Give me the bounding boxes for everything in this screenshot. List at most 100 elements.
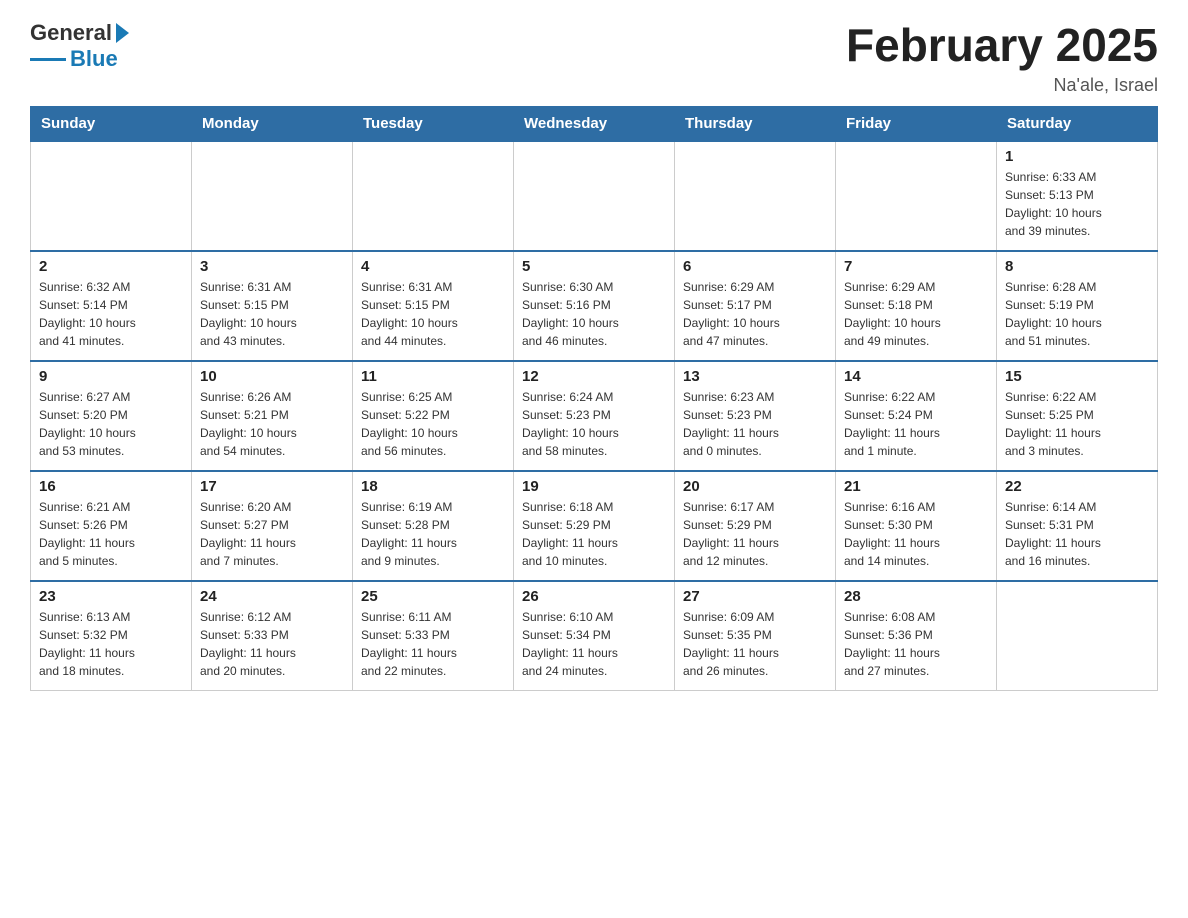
day-info: Sunrise: 6:33 AMSunset: 5:13 PMDaylight:…: [1005, 168, 1149, 240]
day-number: 9: [39, 368, 183, 385]
day-number: 8: [1005, 258, 1149, 275]
day-info: Sunrise: 6:22 AMSunset: 5:24 PMDaylight:…: [844, 388, 988, 460]
day-number: 25: [361, 588, 505, 605]
calendar-cell: 10Sunrise: 6:26 AMSunset: 5:21 PMDayligh…: [192, 361, 353, 471]
calendar-week-5: 23 Sunrise: 6:13 AMSunset: 5:32 PMDayligh…: [31, 581, 1158, 691]
col-thursday: Thursday: [675, 106, 836, 141]
calendar-subtitle: Na'ale, Israel: [846, 75, 1158, 96]
title-area: February 2025 Na'ale, Israel: [846, 20, 1158, 96]
day-number: 10: [200, 368, 344, 385]
day-number: 27: [683, 588, 827, 605]
day-number: 15: [1005, 368, 1149, 385]
day-info: Sunrise: 6:19 AMSunset: 5:28 PMDaylight:…: [361, 498, 505, 570]
calendar-cell: [514, 141, 675, 251]
day-info: Sunrise: 6:21 AMSunset: 5:26 PMDaylight:…: [39, 498, 183, 570]
calendar-cell: 19 Sunrise: 6:18 AMSunset: 5:29 PMDayligh…: [514, 471, 675, 581]
col-tuesday: Tuesday: [353, 106, 514, 141]
day-info: Sunrise: 6:10 AMSunset: 5:34 PMDaylight:…: [522, 608, 666, 680]
day-info: Sunrise: 6:29 AMSunset: 5:17 PMDaylight:…: [683, 278, 827, 350]
logo-underline: [30, 58, 66, 61]
day-info: Sunrise: 6:31 AMSunset: 5:15 PMDaylight:…: [361, 278, 505, 350]
day-info: Sunrise: 6:23 AMSunset: 5:23 PMDaylight:…: [683, 388, 827, 460]
calendar-cell: 26 Sunrise: 6:10 AMSunset: 5:34 PMDayligh…: [514, 581, 675, 691]
day-info: Sunrise: 6:14 AMSunset: 5:31 PMDaylight:…: [1005, 498, 1149, 570]
calendar-cell: [675, 141, 836, 251]
calendar-week-1: 1 Sunrise: 6:33 AMSunset: 5:13 PMDaylight…: [31, 141, 1158, 251]
calendar-cell: 25 Sunrise: 6:11 AMSunset: 5:33 PMDayligh…: [353, 581, 514, 691]
calendar-cell: 20 Sunrise: 6:17 AMSunset: 5:29 PMDayligh…: [675, 471, 836, 581]
day-info: Sunrise: 6:25 AMSunset: 5:22 PMDaylight:…: [361, 388, 505, 460]
calendar-cell: [836, 141, 997, 251]
calendar-cell: 27 Sunrise: 6:09 AMSunset: 5:35 PMDayligh…: [675, 581, 836, 691]
calendar-header-row: Sunday Monday Tuesday Wednesday Thursday…: [31, 106, 1158, 141]
day-info: Sunrise: 6:27 AMSunset: 5:20 PMDaylight:…: [39, 388, 183, 460]
calendar-cell: [353, 141, 514, 251]
calendar-cell: 24Sunrise: 6:12 AMSunset: 5:33 PMDayligh…: [192, 581, 353, 691]
day-info: Sunrise: 6:09 AMSunset: 5:35 PMDaylight:…: [683, 608, 827, 680]
day-info: Sunrise: 6:08 AMSunset: 5:36 PMDaylight:…: [844, 608, 988, 680]
logo-general-text: General: [30, 20, 112, 46]
calendar-title: February 2025: [846, 20, 1158, 71]
logo-triangle-icon: [116, 23, 129, 43]
day-number: 14: [844, 368, 988, 385]
day-info: Sunrise: 6:16 AMSunset: 5:30 PMDaylight:…: [844, 498, 988, 570]
col-friday: Friday: [836, 106, 997, 141]
day-info: Sunrise: 6:30 AMSunset: 5:16 PMDaylight:…: [522, 278, 666, 350]
day-number: 17: [200, 478, 344, 495]
day-number: 7: [844, 258, 988, 275]
col-monday: Monday: [192, 106, 353, 141]
day-info: Sunrise: 6:32 AMSunset: 5:14 PMDaylight:…: [39, 278, 183, 350]
day-number: 4: [361, 258, 505, 275]
calendar-cell: 23 Sunrise: 6:13 AMSunset: 5:32 PMDayligh…: [31, 581, 192, 691]
day-number: 20: [683, 478, 827, 495]
day-number: 11: [361, 368, 505, 385]
calendar-cell: 28 Sunrise: 6:08 AMSunset: 5:36 PMDayligh…: [836, 581, 997, 691]
day-info: Sunrise: 6:31 AMSunset: 5:15 PMDaylight:…: [200, 278, 344, 350]
day-number: 16: [39, 478, 183, 495]
day-info: Sunrise: 6:22 AMSunset: 5:25 PMDaylight:…: [1005, 388, 1149, 460]
calendar-cell: 16 Sunrise: 6:21 AMSunset: 5:26 PMDayligh…: [31, 471, 192, 581]
calendar-cell: 13 Sunrise: 6:23 AMSunset: 5:23 PMDayligh…: [675, 361, 836, 471]
calendar-cell: 5Sunrise: 6:30 AMSunset: 5:16 PMDaylight…: [514, 251, 675, 361]
day-number: 13: [683, 368, 827, 385]
day-info: Sunrise: 6:18 AMSunset: 5:29 PMDaylight:…: [522, 498, 666, 570]
calendar-cell: 3 Sunrise: 6:31 AMSunset: 5:15 PMDaylight…: [192, 251, 353, 361]
calendar-table: Sunday Monday Tuesday Wednesday Thursday…: [30, 106, 1158, 692]
calendar-cell: [192, 141, 353, 251]
day-number: 26: [522, 588, 666, 605]
calendar-cell: 14 Sunrise: 6:22 AMSunset: 5:24 PMDayligh…: [836, 361, 997, 471]
calendar-cell: 11 Sunrise: 6:25 AMSunset: 5:22 PMDayligh…: [353, 361, 514, 471]
calendar-cell: [31, 141, 192, 251]
day-number: 18: [361, 478, 505, 495]
logo-blue-text: Blue: [70, 46, 118, 72]
day-number: 1: [1005, 148, 1149, 165]
col-sunday: Sunday: [31, 106, 192, 141]
day-number: 21: [844, 478, 988, 495]
day-number: 19: [522, 478, 666, 495]
page-header: General Blue February 2025 Na'ale, Israe…: [30, 20, 1158, 96]
calendar-cell: 1 Sunrise: 6:33 AMSunset: 5:13 PMDaylight…: [997, 141, 1158, 251]
logo: General Blue: [30, 20, 129, 72]
day-info: Sunrise: 6:11 AMSunset: 5:33 PMDaylight:…: [361, 608, 505, 680]
day-info: Sunrise: 6:13 AMSunset: 5:32 PMDaylight:…: [39, 608, 183, 680]
logo-icon: [114, 23, 129, 43]
day-number: 3: [200, 258, 344, 275]
day-number: 23: [39, 588, 183, 605]
day-info: Sunrise: 6:29 AMSunset: 5:18 PMDaylight:…: [844, 278, 988, 350]
day-info: Sunrise: 6:17 AMSunset: 5:29 PMDaylight:…: [683, 498, 827, 570]
col-wednesday: Wednesday: [514, 106, 675, 141]
day-number: 12: [522, 368, 666, 385]
calendar-cell: 22 Sunrise: 6:14 AMSunset: 5:31 PMDayligh…: [997, 471, 1158, 581]
calendar-week-4: 16 Sunrise: 6:21 AMSunset: 5:26 PMDayligh…: [31, 471, 1158, 581]
calendar-cell: 15 Sunrise: 6:22 AMSunset: 5:25 PMDayligh…: [997, 361, 1158, 471]
day-info: Sunrise: 6:24 AMSunset: 5:23 PMDaylight:…: [522, 388, 666, 460]
day-number: 28: [844, 588, 988, 605]
logo-bottom-row: Blue: [30, 46, 129, 72]
day-number: 2: [39, 258, 183, 275]
day-number: 22: [1005, 478, 1149, 495]
day-info: Sunrise: 6:20 AMSunset: 5:27 PMDaylight:…: [200, 498, 344, 570]
calendar-cell: 9 Sunrise: 6:27 AMSunset: 5:20 PMDaylight…: [31, 361, 192, 471]
calendar-cell: 6Sunrise: 6:29 AMSunset: 5:17 PMDaylight…: [675, 251, 836, 361]
calendar-cell: [997, 581, 1158, 691]
calendar-week-2: 2 Sunrise: 6:32 AMSunset: 5:14 PMDaylight…: [31, 251, 1158, 361]
